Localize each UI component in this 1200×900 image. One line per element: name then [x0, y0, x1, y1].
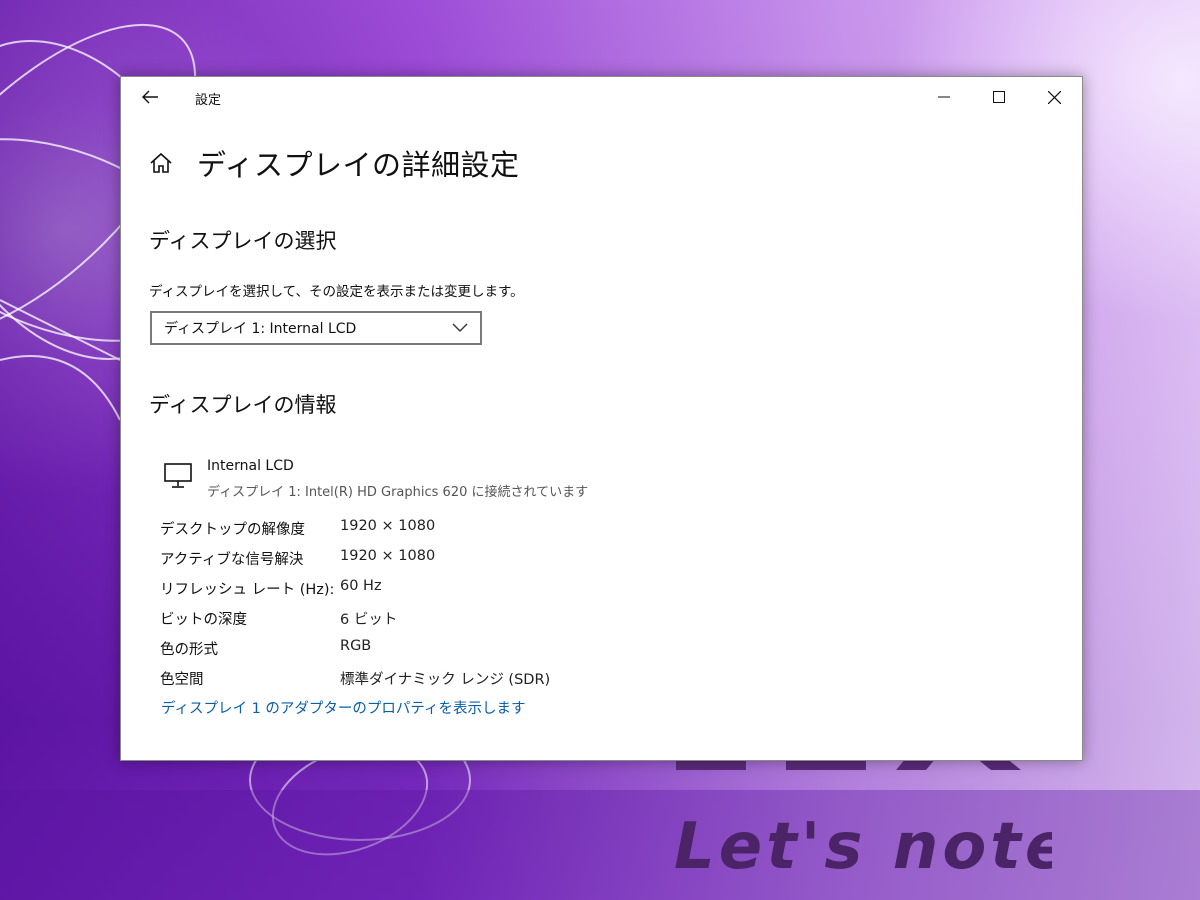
minimize-icon: [938, 96, 950, 98]
property-label: リフレッシュ レート (Hz):: [160, 582, 335, 598]
property-value: 6 ビット: [340, 612, 398, 628]
display-info-heading: ディスプレイの情報: [149, 393, 337, 417]
property-value: 60 Hz: [340, 578, 382, 594]
window-title: 設定: [195, 93, 222, 108]
property-label: アクティブな信号解決: [160, 552, 304, 568]
property-value: 標準ダイナミック レンジ (SDR): [340, 672, 551, 688]
display-connection: ディスプレイ 1: Intel(R) HD Graphics 620 に接続され…: [207, 485, 589, 500]
property-value: RGB: [340, 638, 372, 654]
chevron-down-icon: [452, 319, 470, 337]
minimize-button[interactable]: [921, 77, 967, 117]
select-display-description: ディスプレイを選択して、その設定を表示または変更します。: [149, 284, 524, 300]
back-button[interactable]: [135, 85, 165, 109]
property-value: 1920 × 1080: [340, 548, 436, 564]
close-button[interactable]: [1031, 77, 1077, 117]
property-label: 色空間: [160, 672, 204, 688]
home-icon: [150, 152, 172, 173]
close-icon: [1047, 90, 1061, 104]
display-select-value: ディスプレイ 1: Internal LCD: [164, 321, 357, 337]
maximize-button[interactable]: [976, 77, 1022, 117]
monitor-icon: [164, 463, 192, 488]
property-value: 1920 × 1080: [340, 518, 436, 534]
property-label: デスクトップの解像度: [160, 522, 305, 538]
page-title: ディスプレイの詳細設定: [197, 148, 520, 182]
page-header: ディスプレイの詳細設定: [149, 143, 519, 183]
property-label: ビットの深度: [160, 612, 247, 628]
display-name: Internal LCD: [207, 458, 294, 474]
select-display-heading: ディスプレイの選択: [149, 229, 337, 253]
adapter-properties-link[interactable]: ディスプレイ 1 のアダプターのプロパティを表示します: [161, 697, 526, 718]
lets-note-logo: Let's note: [674, 810, 1052, 884]
maximize-icon: [993, 91, 1005, 103]
home-button[interactable]: [149, 150, 175, 176]
property-label: 色の形式: [160, 642, 218, 658]
settings-window: 設定 ディスプレイの詳細設定 ディスプレイの選択 ディスプレイを選択して、その設…: [120, 76, 1083, 761]
back-arrow-icon: [142, 90, 158, 104]
svg-text:Let's note: Let's note: [674, 810, 1052, 884]
title-bar: 設定: [121, 77, 1082, 117]
display-select-dropdown[interactable]: ディスプレイ 1: Internal LCD: [150, 311, 482, 345]
